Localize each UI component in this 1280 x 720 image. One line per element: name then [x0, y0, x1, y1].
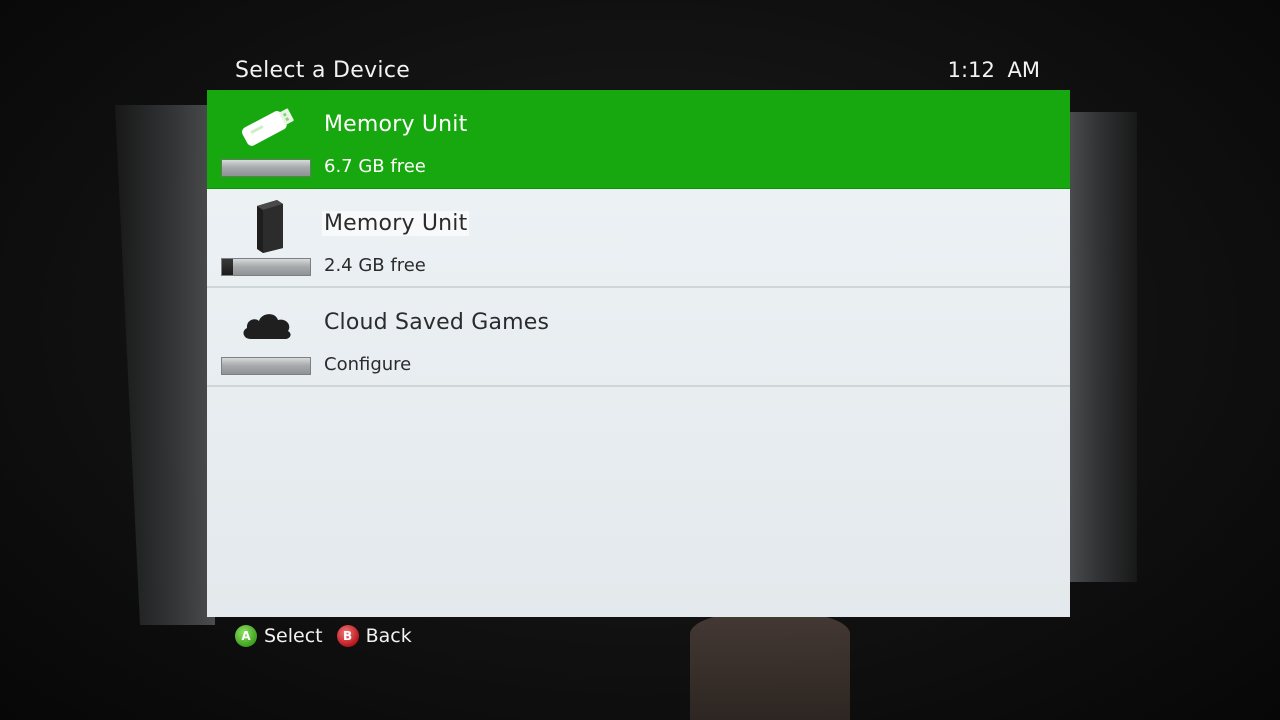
button-legend: A Select B Back	[235, 625, 412, 647]
usb-drive-icon	[232, 102, 302, 152]
device-row-usb-memory-unit[interactable]: Memory Unit 6.7 GB free	[207, 90, 1070, 189]
storage-bar	[221, 357, 311, 375]
a-button-icon: A	[235, 625, 257, 647]
storage-bar	[221, 258, 311, 276]
cloud-icon	[232, 300, 302, 350]
page-title: Select a Device	[235, 58, 411, 83]
back-button[interactable]: B Back	[336, 625, 412, 647]
configure-link: Configure	[324, 354, 412, 375]
select-label: Select	[264, 625, 323, 647]
hard-drive-icon	[232, 200, 302, 253]
device-free-space: 2.4 GB free	[324, 255, 426, 276]
device-name: Cloud Saved Games	[324, 310, 550, 335]
device-row-cloud-saved-games[interactable]: Cloud Saved Games Configure	[207, 288, 1070, 387]
back-label: Back	[365, 625, 412, 647]
b-button-icon: B	[336, 625, 359, 647]
background-panel-left	[115, 105, 215, 625]
storage-bar	[221, 159, 311, 177]
dashboard-screen: Select a Device 1:12 AM Memory Unit 6.7 …	[0, 0, 1280, 720]
device-free-space: 6.7 GB free	[324, 156, 426, 177]
background-figure	[690, 612, 850, 720]
device-list: Memory Unit 6.7 GB free Memory Unit 2.4 …	[207, 90, 1070, 617]
background-panel-right	[1067, 112, 1137, 582]
clock: 1:12 AM	[947, 58, 1040, 82]
device-name: Memory Unit	[324, 112, 468, 137]
device-row-hdd-memory-unit[interactable]: Memory Unit 2.4 GB free	[207, 189, 1070, 288]
storage-bar-fill	[222, 259, 234, 275]
select-button[interactable]: A Select	[235, 625, 323, 647]
device-name: Memory Unit	[322, 211, 470, 236]
